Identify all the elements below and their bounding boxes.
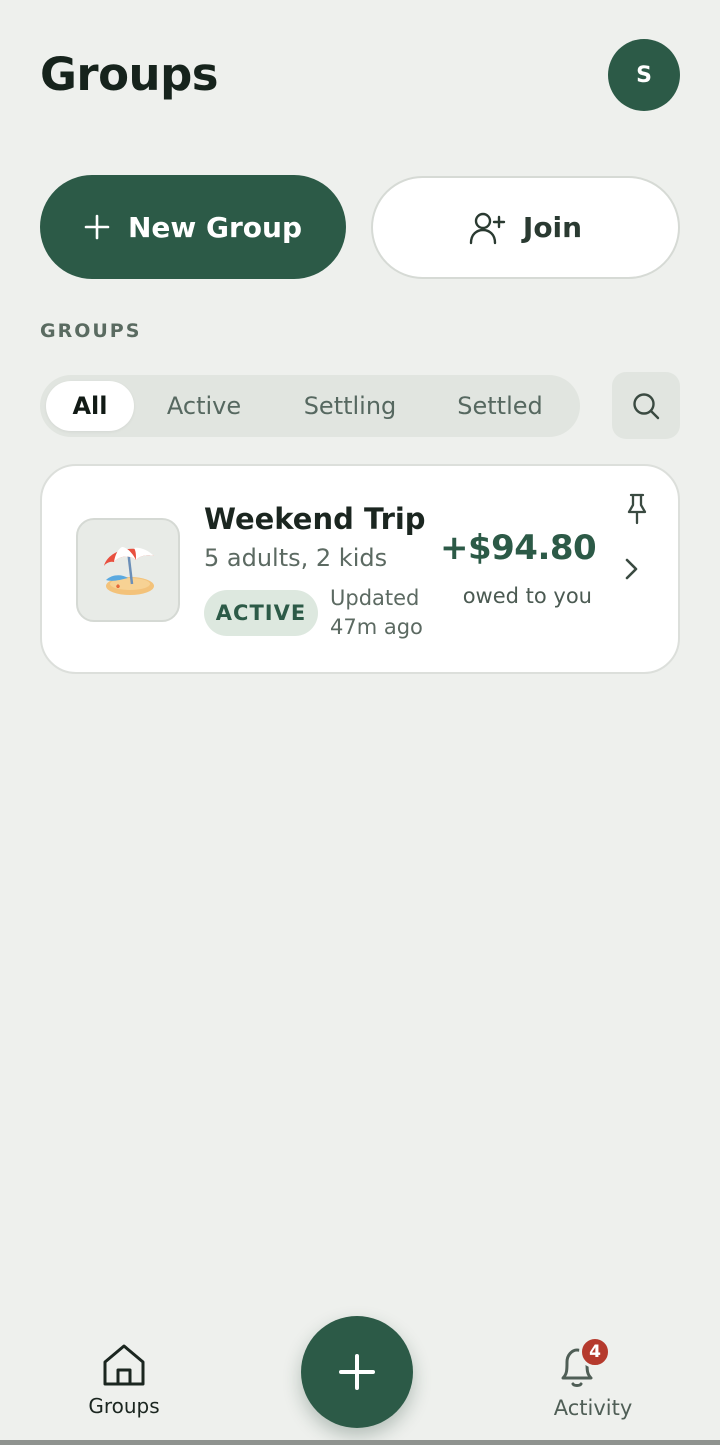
search-button[interactable] bbox=[612, 372, 680, 439]
status-badge: ACTIVE bbox=[204, 590, 318, 636]
add-user-icon bbox=[469, 212, 506, 244]
tab-all[interactable]: All bbox=[46, 381, 134, 431]
tab-settled[interactable]: Settled bbox=[444, 381, 556, 431]
group-members: 5 adults, 2 kids bbox=[204, 544, 388, 572]
group-thumbnail bbox=[76, 518, 180, 622]
pin-icon[interactable] bbox=[624, 492, 650, 526]
chevron-right-icon bbox=[625, 558, 638, 580]
join-label: Join bbox=[522, 211, 583, 244]
nav-activity[interactable]: 4 Activity bbox=[538, 1336, 648, 1428]
filter-tabs: All Active Settling Settled bbox=[40, 375, 580, 437]
add-expense-button[interactable] bbox=[301, 1316, 413, 1428]
avatar-initial: S bbox=[636, 62, 652, 88]
search-icon bbox=[633, 392, 660, 419]
nav-groups-label: Groups bbox=[88, 1394, 160, 1418]
join-button[interactable]: Join bbox=[371, 176, 680, 279]
nav-groups[interactable]: Groups bbox=[70, 1342, 178, 1426]
new-group-button[interactable]: New Group bbox=[40, 175, 346, 279]
group-name: Weekend Trip bbox=[204, 502, 426, 536]
section-heading: GROUPS bbox=[40, 320, 142, 342]
balance-amount: +$94.80 bbox=[440, 528, 597, 568]
home-icon bbox=[103, 1344, 145, 1386]
plus-icon bbox=[84, 214, 110, 240]
new-group-label: New Group bbox=[127, 210, 303, 244]
page-title: Groups bbox=[40, 48, 219, 101]
home-indicator-bar bbox=[0, 1440, 720, 1445]
tab-settling[interactable]: Settling bbox=[290, 381, 410, 431]
nav-activity-label: Activity bbox=[553, 1396, 633, 1420]
balance-caption: owed to you bbox=[462, 584, 592, 608]
tab-active[interactable]: Active bbox=[152, 381, 256, 431]
updated-timestamp: Updated 47m ago bbox=[330, 586, 423, 639]
avatar[interactable]: S bbox=[608, 39, 680, 111]
beach-umbrella-icon bbox=[104, 547, 154, 595]
groups-screen: Groups S New Group Join GROUPS All Activ… bbox=[0, 0, 720, 1445]
notification-badge: 4 bbox=[579, 1336, 611, 1368]
group-card[interactable]: Weekend Trip 5 adults, 2 kids ACTIVE Upd… bbox=[40, 464, 680, 674]
plus-icon bbox=[339, 1354, 375, 1390]
